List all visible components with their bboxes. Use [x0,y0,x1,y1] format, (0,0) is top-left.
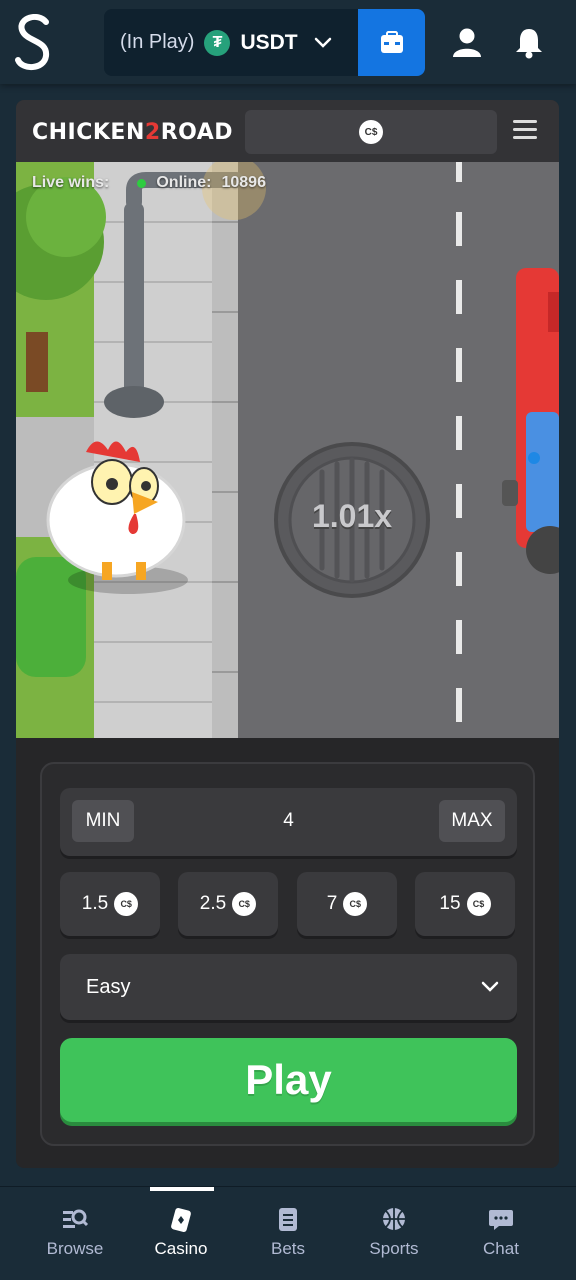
chevron-down-icon [481,981,499,992]
top-bar: (In Play) ₮ USDT [0,0,576,84]
quick-bet-chip[interactable]: 1.5 C$ [60,872,160,936]
bets-icon [279,1208,297,1231]
difficulty-value: Easy [86,975,131,998]
user-icon[interactable] [448,24,486,62]
wallet-selector: (In Play) ₮ USDT [104,9,425,76]
play-button[interactable]: Play [60,1038,517,1122]
game-logo: CHICKEN2ROAD [32,120,234,145]
nav-casino[interactable]: Casino [126,1205,236,1259]
difficulty-select[interactable]: Easy [60,954,517,1020]
tether-icon: ₮ [204,29,231,56]
currency-label: USDT [240,30,298,54]
online-label: Online: [156,174,212,191]
currency-badge-icon: C$ [466,892,491,916]
multiplier-label: 1.01x [311,498,393,534]
bell-icon[interactable] [510,24,548,62]
bet-controls: MIN 4 MAX 1.5 C$ 2.5 C$ 7 C$ 15 C$ Easy [40,762,535,1146]
bottom-navigation: Browse Casino Bets Sports Chat [0,1186,576,1280]
nav-bets[interactable]: Bets [233,1205,343,1259]
currency-badge-icon: C$ [114,892,139,916]
casino-icon [171,1207,191,1233]
chevron-down-icon [314,37,331,48]
max-bet-button[interactable]: MAX [439,800,505,842]
live-wins-label: Live wins: [32,174,110,191]
game-scene[interactable]: Live wins: Online: 10896 1.01x [16,162,559,738]
nav-sports[interactable]: Sports [339,1205,449,1259]
currency-dropdown[interactable]: (In Play) ₮ USDT [104,9,358,76]
online-count: 10896 [221,174,266,191]
quick-bet-chip[interactable]: 2.5 C$ [178,872,278,936]
game-panel: CHICKEN2ROAD C$ Live wins: Online: 10896… [16,100,559,1168]
active-tab-indicator [150,1187,214,1191]
game-header: CHICKEN2ROAD C$ [16,100,559,162]
currency-badge-icon: C$ [232,892,257,916]
menu-icon[interactable] [513,120,537,142]
browse-icon [63,1209,89,1228]
currency-badge-icon: C$ [343,892,368,916]
nav-browse[interactable]: Browse [20,1205,130,1259]
currency-badge-icon: C$ [359,120,383,144]
quick-bet-chip[interactable]: 7 C$ [297,872,397,936]
quick-bet-chips: 1.5 C$ 2.5 C$ 7 C$ 15 C$ [60,872,517,938]
bet-amount-field[interactable]: MIN 4 MAX [60,788,517,856]
quick-bet-chip[interactable]: 15 C$ [415,872,515,936]
sports-icon [383,1208,405,1230]
nav-chat[interactable]: Chat [446,1205,556,1259]
online-status-dot-icon [137,178,147,188]
wallet-button[interactable] [358,9,425,76]
road-scene-illustration [16,162,559,738]
chat-icon [489,1210,513,1230]
site-logo-icon[interactable] [12,14,56,72]
wallet-status: (In Play) [120,31,195,53]
live-stats: Live wins: Online: 10896 [32,174,266,192]
balance-display: C$ [245,110,497,154]
wallet-icon [380,30,403,53]
